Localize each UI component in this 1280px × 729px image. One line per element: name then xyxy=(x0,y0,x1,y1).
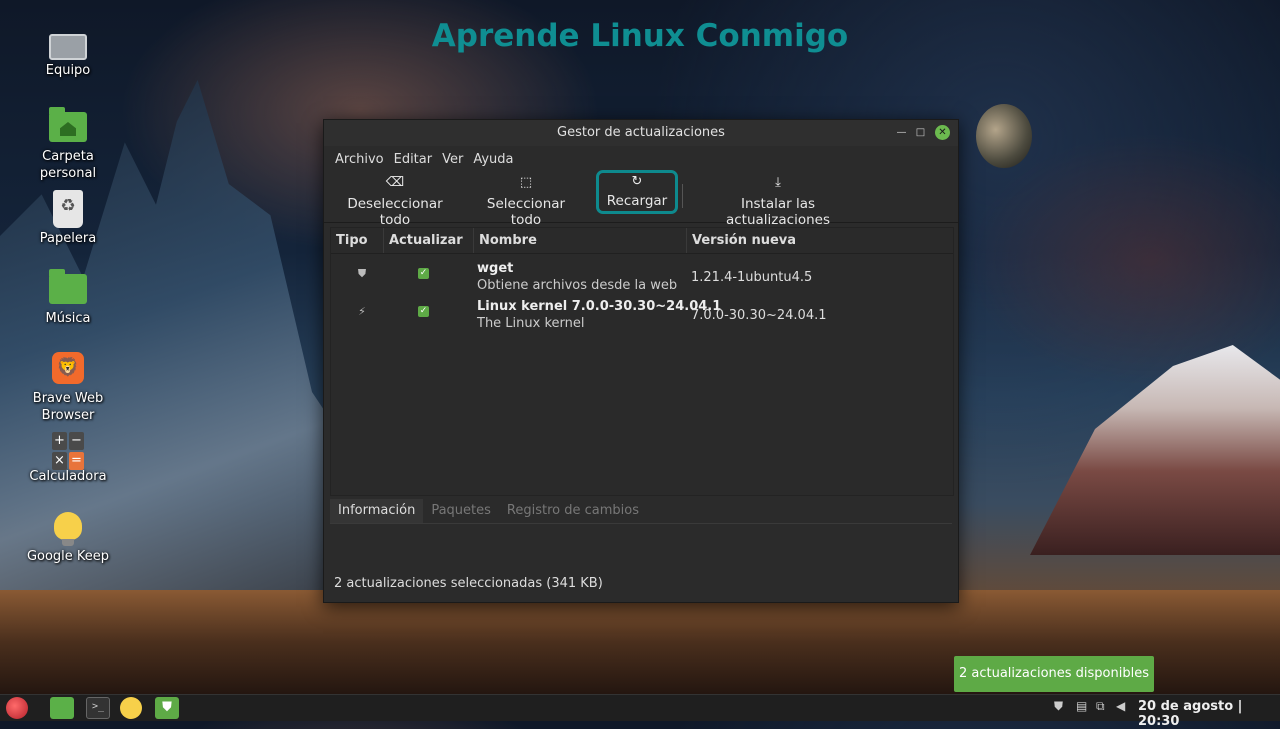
list-header: Tipo Actualizar Nombre Versión nueva xyxy=(331,228,953,254)
menu-ayuda[interactable]: Ayuda xyxy=(468,152,518,167)
music-folder-icon xyxy=(49,269,87,304)
deselect-all-label: Deseleccionar todo xyxy=(347,196,443,228)
tab-informacion[interactable]: Información xyxy=(330,499,424,523)
desktop-icon-label: Calculadora xyxy=(29,469,107,484)
updates-list: Tipo Actualizar Nombre Versión nueva ⛊ ✓… xyxy=(330,227,954,496)
package-name: wget xyxy=(477,261,514,276)
wallpaper-mountain-right xyxy=(1030,345,1280,555)
close-button[interactable]: ✕ xyxy=(935,125,950,140)
desktop-icon-label: Equipo xyxy=(45,63,91,78)
install-updates-button[interactable]: ⤓ Instalar las actualizaciones xyxy=(688,172,868,228)
desktop-icon-brave[interactable]: 🦁 Brave Web Browser xyxy=(18,352,118,424)
desktop-icon-musica[interactable]: Música xyxy=(18,269,118,327)
desktop-icon-papelera[interactable]: ♻ Papelera xyxy=(18,190,118,247)
calculator-icon: + − × = xyxy=(52,432,84,470)
printer-icon[interactable]: ▤ xyxy=(1076,699,1087,713)
table-row[interactable]: ⛊ ✓ wget Obtiene archivos desde la web 1… xyxy=(331,258,953,296)
shield-taskbar-icon[interactable]: ⛊ xyxy=(155,697,179,719)
toolbar-separator xyxy=(682,184,683,208)
package-version: 7.0.0-30.30~24.04.1 xyxy=(691,308,827,323)
terminal-taskbar-icon[interactable]: >_ xyxy=(86,697,110,719)
computer-icon xyxy=(49,34,87,60)
select-all-button[interactable]: ⬚ Seleccionar todo xyxy=(470,172,582,228)
start-menu-icon[interactable] xyxy=(6,697,28,719)
home-folder-icon xyxy=(49,107,87,142)
minimize-button[interactable]: — xyxy=(894,125,909,140)
taskbar: >_ ⛊ ⛊ ▤ ⧉ ◀ 20 de agosto | 20:30 xyxy=(0,694,1280,729)
desktop-icon-label: Brave Web Browser xyxy=(32,391,104,423)
menu-editar[interactable]: Editar xyxy=(389,152,438,167)
maximize-button[interactable]: □ xyxy=(913,125,928,140)
network-icon[interactable]: ⧉ xyxy=(1096,699,1105,714)
install-label: Instalar las actualizaciones xyxy=(725,196,830,228)
tab-paquetes[interactable]: Paquetes xyxy=(423,499,499,523)
watermark-title: Aprende Linux Conmigo xyxy=(431,18,849,54)
desktop-icon-equipo[interactable]: Equipo xyxy=(18,28,118,79)
desktop-icon-label: Música xyxy=(45,311,91,326)
menu-ver[interactable]: Ver xyxy=(437,152,468,167)
package-description: The Linux kernel xyxy=(477,316,585,331)
desktop-icon-google-keep[interactable]: Google Keep xyxy=(18,512,118,565)
package-name: Linux kernel 7.0.0-30.30~24.04.1 xyxy=(477,299,722,314)
select-all-icon: ⬚ xyxy=(519,175,533,190)
table-row[interactable]: ⚡ ✓ Linux kernel 7.0.0-30.30~24.04.1 The… xyxy=(331,296,953,334)
package-version: 1.21.4-1ubuntu4.5 xyxy=(691,270,813,285)
volume-icon[interactable]: ◀ xyxy=(1116,699,1125,713)
refresh-icon: ↻ xyxy=(631,174,643,189)
download-icon: ⤓ xyxy=(775,175,781,190)
titlebar[interactable]: Gestor de actualizaciones — □ ✕ xyxy=(324,120,958,146)
lightning-icon: ⚡ xyxy=(358,305,366,318)
desktop-icon-label: Google Keep xyxy=(26,549,110,564)
update-manager-window: Gestor de actualizaciones — □ ✕ Archivo … xyxy=(323,119,959,603)
clear-icon: ⌫ xyxy=(385,175,405,190)
deselect-all-button[interactable]: ⌫ Deseleccionar todo xyxy=(332,172,458,228)
status-text: 2 actualizaciones seleccionadas (341 KB) xyxy=(334,576,603,591)
column-tipo[interactable]: Tipo xyxy=(331,228,384,253)
column-version-nueva[interactable]: Versión nueva xyxy=(687,228,953,253)
toolbar: ⌫ Deseleccionar todo ⬚ Seleccionar todo … xyxy=(324,170,958,228)
detail-tabs: Información Paquetes Registro de cambios xyxy=(330,499,647,523)
files-taskbar-icon[interactable] xyxy=(50,697,74,719)
shield-icon: ⛊ xyxy=(357,267,367,280)
updates-notification[interactable]: 2 actualizaciones disponibles xyxy=(954,656,1154,692)
window-title: Gestor de actualizaciones xyxy=(557,125,725,140)
update-shield-icon[interactable]: ⛊ xyxy=(1054,699,1063,714)
update-checkbox[interactable]: ✓ xyxy=(418,268,429,279)
column-actualizar[interactable]: Actualizar xyxy=(384,228,474,253)
keep-taskbar-icon[interactable] xyxy=(120,697,142,719)
trash-icon: ♻ xyxy=(53,190,83,228)
lightbulb-icon xyxy=(54,512,82,546)
package-description: Obtiene archivos desde la web xyxy=(477,278,678,293)
reload-button[interactable]: ↻ Recargar xyxy=(596,170,678,214)
desktop-icon-label: Papelera xyxy=(39,231,97,246)
wallpaper-planet xyxy=(976,104,1032,168)
menu-archivo[interactable]: Archivo xyxy=(330,152,389,167)
desktop-icon-label: Carpeta personal xyxy=(39,149,97,181)
menubar: Archivo Editar Ver Ayuda xyxy=(324,146,958,172)
brave-icon: 🦁 xyxy=(52,352,84,384)
update-checkbox[interactable]: ✓ xyxy=(418,306,429,317)
desktop-icon-calculadora[interactable]: + − × = Calculadora xyxy=(18,432,118,485)
clock[interactable]: 20 de agosto | 20:30 xyxy=(1138,699,1280,729)
info-pane xyxy=(330,523,952,574)
tab-registro-de-cambios[interactable]: Registro de cambios xyxy=(499,499,647,523)
reload-label: Recargar xyxy=(606,193,668,209)
column-nombre[interactable]: Nombre xyxy=(474,228,687,253)
select-all-label: Seleccionar todo xyxy=(486,196,566,228)
desktop-icon-carpeta-personal[interactable]: Carpeta personal xyxy=(18,107,118,182)
